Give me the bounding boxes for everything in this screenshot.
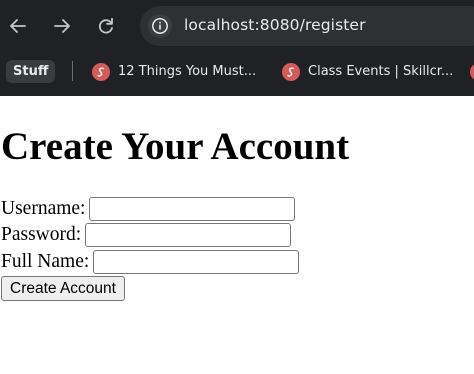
- reload-button[interactable]: [92, 12, 120, 40]
- fullname-input[interactable]: [93, 250, 300, 274]
- forward-button[interactable]: [48, 12, 76, 40]
- bookmark-folder-stuff[interactable]: Stuff: [6, 60, 56, 83]
- fullname-row: Full Name:: [1, 249, 300, 275]
- browser-chrome: localhost:8080/register Stuff 12 Things …: [0, 0, 474, 96]
- username-input[interactable]: [89, 197, 296, 221]
- bookmarks-divider: [72, 61, 73, 81]
- address-bar[interactable]: localhost:8080/register: [140, 6, 474, 46]
- reload-icon: [98, 17, 113, 34]
- password-input[interactable]: [85, 223, 292, 247]
- bookmark-label: Class Events | Skillcr...: [308, 64, 454, 79]
- skillcrush-favicon-icon: [282, 62, 300, 81]
- skillcrush-favicon-icon: [92, 62, 110, 81]
- bookmark-label: 12 Things You Must...: [118, 64, 257, 79]
- back-button[interactable]: [4, 12, 32, 40]
- fullname-label: Full Name:: [1, 251, 90, 272]
- username-label: Username:: [1, 198, 86, 219]
- username-row: Username:: [1, 196, 296, 222]
- password-row: Password:: [1, 222, 292, 248]
- password-label: Password:: [1, 224, 82, 245]
- create-account-button[interactable]: Create Account: [1, 276, 125, 301]
- bookmark-item[interactable]: 12 Things You Must...: [92, 60, 256, 83]
- page-title: Create Your Account: [1, 125, 350, 168]
- bookmark-item[interactable]: Class Events | Skillcr...: [282, 60, 453, 83]
- back-arrow-icon: [10, 19, 26, 33]
- info-icon: [152, 18, 168, 34]
- bookmarks-bar: Stuff 12 Things You Must... Class Events…: [0, 56, 474, 88]
- site-info-button[interactable]: [148, 14, 172, 38]
- url-text[interactable]: localhost:8080/register: [184, 16, 366, 34]
- skillcrush-favicon-icon: [470, 62, 474, 81]
- page-content: Create Your Account Username: Password: …: [0, 96, 474, 374]
- bookmark-item[interactable]: [470, 60, 474, 83]
- forward-arrow-icon: [54, 19, 70, 33]
